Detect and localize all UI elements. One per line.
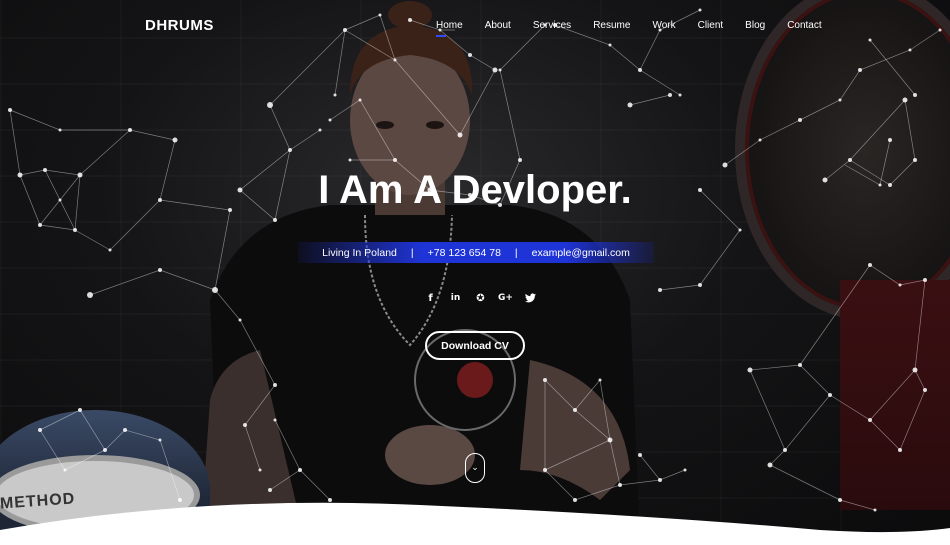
headline-bold: A Devloper. <box>413 168 632 212</box>
google-plus-icon[interactable]: G+ <box>493 293 518 306</box>
chevron-down-icon: ⌄ <box>471 463 479 473</box>
twitter-icon[interactable] <box>518 293 543 306</box>
email-link[interactable]: example@gmail.com <box>532 247 630 259</box>
main-nav: Home About Services Resume Work Client B… <box>436 20 844 37</box>
nav-work[interactable]: Work <box>652 20 675 31</box>
separator: | <box>514 246 518 259</box>
nav-home[interactable]: Home <box>436 20 463 37</box>
hero-headline: I Am A Devloper. <box>0 168 950 213</box>
separator: | <box>410 246 414 259</box>
site-logo[interactable]: DHRUMS <box>145 17 214 34</box>
nav-client[interactable]: Client <box>698 20 724 31</box>
bottom-wave-divider <box>0 502 950 545</box>
linkedin-icon[interactable]: in <box>443 293 468 306</box>
location-text: Living In Poland <box>322 246 397 259</box>
nav-about[interactable]: About <box>485 20 511 31</box>
facebook-icon[interactable]: f <box>418 293 443 306</box>
nav-blog[interactable]: Blog <box>745 20 765 31</box>
hero-section: METHOD DHRUMS Home About Services Resume… <box>0 0 950 545</box>
nav-contact[interactable]: Contact <box>787 20 821 31</box>
phone-text: +78 123 654 78 <box>427 246 501 259</box>
nav-resume[interactable]: Resume <box>593 20 630 31</box>
scroll-down-button[interactable]: ⌄ <box>465 453 485 483</box>
contact-info-bar: Living In Poland | +78 123 654 78 | exam… <box>298 242 654 263</box>
download-cv-button[interactable]: Download CV <box>425 331 525 360</box>
social-links: f in ✪ G+ <box>418 293 543 306</box>
dribbble-icon[interactable]: ✪ <box>468 293 493 306</box>
nav-services[interactable]: Services <box>533 20 571 31</box>
headline-light: I Am <box>318 168 404 212</box>
